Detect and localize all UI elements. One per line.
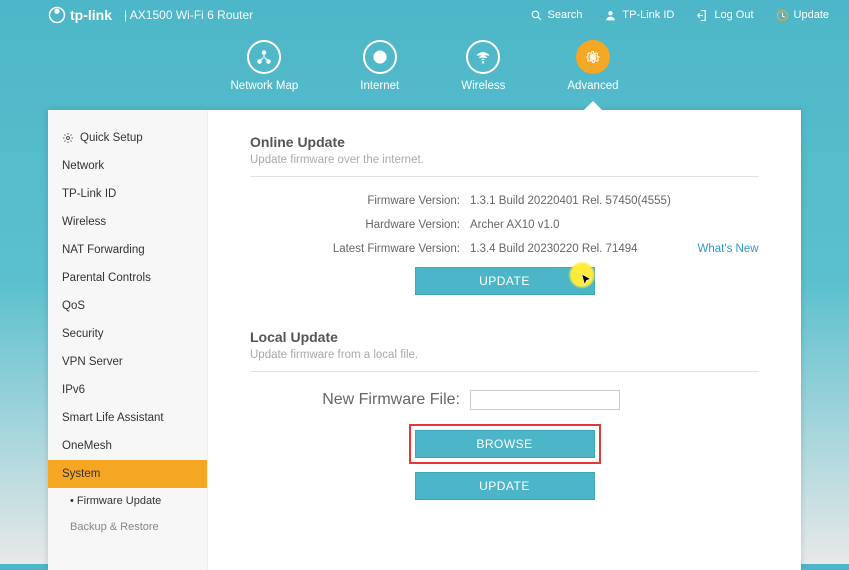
new-firmware-file-input[interactable] bbox=[470, 390, 620, 410]
gear-icon bbox=[584, 48, 602, 66]
online-update-desc: Update firmware over the internet. bbox=[250, 154, 759, 166]
brand-text: tp-link bbox=[70, 7, 112, 23]
sidebar-item[interactable]: OneMesh bbox=[48, 432, 207, 460]
tab-internet[interactable]: Internet bbox=[360, 40, 399, 92]
update-link[interactable]: Update bbox=[776, 9, 829, 22]
sidebar-sub-backup-restore[interactable]: Backup & Restore bbox=[48, 514, 207, 540]
sidebar-item[interactable]: Wireless bbox=[48, 208, 207, 236]
sidebar-item[interactable]: TP-Link ID bbox=[48, 180, 207, 208]
firmware-version-label: Firmware Version: bbox=[250, 195, 470, 207]
latest-firmware-value: 1.3.4 Build 20230220 Rel. 71494 bbox=[470, 243, 638, 255]
logout-link[interactable]: Log Out bbox=[696, 9, 753, 22]
sidebar-item[interactable]: QoS bbox=[48, 292, 207, 320]
tplink-id-link[interactable]: TP-Link ID bbox=[604, 9, 674, 22]
local-update-button[interactable]: UPDATE bbox=[415, 472, 595, 500]
divider bbox=[250, 176, 759, 177]
search-link[interactable]: Search bbox=[530, 9, 583, 22]
main-tabs: Network Map Internet Wireless Advanced bbox=[0, 40, 849, 92]
search-icon bbox=[530, 9, 543, 22]
sidebar-item[interactable]: Security bbox=[48, 320, 207, 348]
new-firmware-file-label: New Firmware File: bbox=[250, 391, 470, 409]
gear-small-icon bbox=[62, 132, 74, 144]
tab-advanced[interactable]: Advanced bbox=[567, 40, 618, 92]
tab-network-map[interactable]: Network Map bbox=[231, 40, 299, 92]
sidebar-item[interactable]: IPv6 bbox=[48, 376, 207, 404]
sidebar-item[interactable]: Parental Controls bbox=[48, 264, 207, 292]
sidebar-sub-firmware-update[interactable]: Firmware Update bbox=[48, 488, 207, 514]
sidebar: Quick Setup Network TP-Link ID Wireless … bbox=[48, 110, 208, 570]
tplink-logo-icon bbox=[48, 6, 66, 24]
network-map-icon bbox=[255, 48, 273, 66]
sidebar-item[interactable]: VPN Server bbox=[48, 348, 207, 376]
sidebar-quick-setup[interactable]: Quick Setup bbox=[48, 124, 207, 152]
local-update-desc: Update firmware from a local file. bbox=[250, 349, 759, 361]
globe-icon bbox=[371, 48, 389, 66]
top-bar: tp-link | AX1500 Wi-Fi 6 Router Search T… bbox=[0, 0, 849, 30]
browse-button[interactable]: BROWSE bbox=[415, 430, 595, 458]
online-update-button[interactable]: UPDATE bbox=[415, 267, 595, 295]
sidebar-item[interactable]: NAT Forwarding bbox=[48, 236, 207, 264]
brand-logo: tp-link | AX1500 Wi-Fi 6 Router bbox=[48, 6, 253, 24]
browse-highlight-box: BROWSE bbox=[409, 424, 601, 464]
hardware-version-label: Hardware Version: bbox=[250, 219, 470, 231]
user-icon bbox=[604, 9, 617, 22]
divider bbox=[250, 371, 759, 372]
latest-firmware-label: Latest Firmware Version: bbox=[250, 243, 470, 255]
sidebar-item-system[interactable]: System bbox=[48, 460, 207, 488]
local-update-title: Local Update bbox=[250, 329, 759, 345]
online-update-title: Online Update bbox=[250, 134, 759, 150]
sidebar-item[interactable]: Smart Life Assistant bbox=[48, 404, 207, 432]
wifi-icon bbox=[474, 48, 492, 66]
update-icon bbox=[776, 9, 789, 22]
content-area: Online Update Update firmware over the i… bbox=[208, 110, 801, 570]
product-name: | AX1500 Wi-Fi 6 Router bbox=[124, 8, 253, 22]
hardware-version-value: Archer AX10 v1.0 bbox=[470, 219, 560, 231]
firmware-version-value: 1.3.1 Build 20220401 Rel. 57450(4555) bbox=[470, 195, 671, 207]
tab-wireless[interactable]: Wireless bbox=[461, 40, 505, 92]
whats-new-link[interactable]: What's New bbox=[698, 243, 759, 255]
sidebar-item[interactable]: Network bbox=[48, 152, 207, 180]
main-panel: Quick Setup Network TP-Link ID Wireless … bbox=[48, 110, 801, 570]
logout-icon bbox=[696, 9, 709, 22]
